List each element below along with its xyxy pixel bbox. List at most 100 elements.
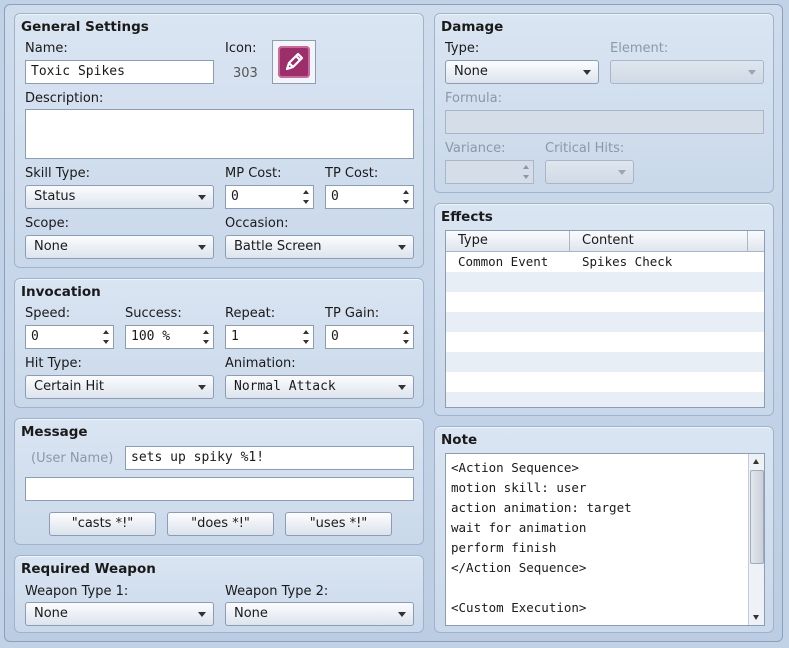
repeat-stepper[interactable]: 1	[225, 325, 314, 349]
table-row[interactable]: Common Event Spikes Check	[446, 252, 764, 272]
note-panel: Note <Action Sequence> motion skill: use…	[434, 426, 774, 633]
animation-label: Animation:	[225, 356, 296, 371]
spin-arrows-icon[interactable]	[299, 186, 313, 208]
table-row[interactable]	[446, 392, 764, 407]
damage-panel: Damage Type: None Element: Formula: Vari…	[434, 13, 774, 193]
chevron-down-icon	[748, 70, 756, 75]
column-header-type[interactable]: Type	[458, 233, 488, 248]
name-label: Name:	[25, 41, 68, 56]
speed-stepper[interactable]: 0	[25, 325, 114, 349]
note-line: </Action Sequence>	[451, 560, 587, 575]
scroll-up-icon[interactable]	[749, 454, 764, 469]
variance-stepper[interactable]	[445, 160, 534, 184]
weapon-type2-select[interactable]: None	[225, 602, 414, 626]
icon-index: 303	[233, 66, 258, 81]
skill-type-value: Status	[34, 189, 76, 204]
chevron-down-icon	[198, 195, 206, 200]
column-header-content[interactable]: Content	[582, 233, 634, 248]
chevron-down-icon	[198, 245, 206, 250]
chevron-down-icon	[198, 385, 206, 390]
damage-type-value: None	[454, 64, 488, 79]
weapon-type1-value: None	[34, 606, 68, 621]
spin-arrows-icon[interactable]	[399, 186, 413, 208]
note-scrollbar[interactable]	[748, 454, 764, 625]
mp-cost-stepper[interactable]: 0	[225, 185, 314, 209]
hit-type-label: Hit Type:	[25, 356, 82, 371]
invocation-title: Invocation	[21, 284, 101, 300]
message-line1-input[interactable]: sets up spiky %1!	[125, 446, 414, 470]
casts-button[interactable]: "casts *!"	[49, 512, 156, 536]
scope-value: None	[34, 239, 68, 254]
damage-type-label: Type:	[445, 41, 480, 56]
hit-type-select[interactable]: Certain Hit	[25, 375, 214, 399]
skill-icon	[278, 46, 310, 78]
table-row[interactable]	[446, 272, 764, 292]
scroll-thumb[interactable]	[750, 470, 764, 564]
table-row[interactable]	[446, 292, 764, 312]
tp-gain-value: 0	[331, 329, 339, 344]
success-stepper[interactable]: 100 %	[125, 325, 214, 349]
column-divider[interactable]	[747, 231, 748, 251]
hit-type-value: Certain Hit	[34, 379, 104, 394]
tp-gain-stepper[interactable]: 0	[325, 325, 414, 349]
does-button[interactable]: "does *!"	[167, 512, 274, 536]
chevron-down-icon	[398, 245, 406, 250]
spin-arrows-icon[interactable]	[199, 326, 213, 348]
chevron-down-icon	[198, 612, 206, 617]
element-select[interactable]	[610, 60, 764, 84]
description-label: Description:	[25, 91, 104, 106]
message-panel: Message (User Name) sets up spiky %1! "c…	[14, 418, 424, 545]
name-input[interactable]: Toxic Spikes	[25, 60, 214, 84]
animation-value: Normal Attack	[234, 379, 336, 394]
note-line: wait for animation	[451, 520, 587, 535]
effects-list-header: Type Content	[446, 231, 764, 252]
column-divider[interactable]	[569, 231, 570, 251]
critical-hits-select[interactable]	[545, 160, 634, 184]
formula-input[interactable]	[445, 110, 764, 134]
effects-panel: Effects Type Content Common Event Spikes…	[434, 203, 774, 416]
icon-picker-button[interactable]	[272, 40, 316, 84]
formula-label: Formula:	[445, 91, 502, 106]
chevron-down-icon	[618, 170, 626, 175]
effect-content-cell: Spikes Check	[582, 254, 673, 269]
repeat-value: 1	[231, 329, 239, 344]
effect-type-cell: Common Event	[458, 254, 549, 269]
table-row[interactable]	[446, 332, 764, 352]
animation-select[interactable]: Normal Attack	[225, 375, 414, 399]
uses-button[interactable]: "uses *!"	[285, 512, 392, 536]
variance-label: Variance:	[445, 141, 506, 156]
weapon-type1-select[interactable]: None	[25, 602, 214, 626]
spin-arrows-icon[interactable]	[99, 326, 113, 348]
effects-list[interactable]: Type Content Common Event Spikes Check	[445, 230, 765, 408]
occasion-select[interactable]: Battle Screen	[225, 235, 414, 259]
table-row[interactable]	[446, 372, 764, 392]
spin-arrows-icon[interactable]	[299, 326, 313, 348]
tp-cost-value: 0	[331, 189, 339, 204]
tp-cost-stepper[interactable]: 0	[325, 185, 414, 209]
note-line: action animation: target	[451, 500, 632, 515]
success-value: 100 %	[131, 329, 171, 344]
note-textarea[interactable]: <Action Sequence> motion skill: user act…	[445, 453, 765, 626]
message-line2-input[interactable]	[25, 477, 414, 501]
general-settings-panel: General Settings Name: Toxic Spikes Icon…	[14, 13, 424, 268]
pencil-icon	[285, 52, 304, 71]
description-input[interactable]	[25, 109, 414, 159]
weapon-type1-label: Weapon Type 1:	[25, 584, 129, 599]
note-line: perform finish	[451, 540, 557, 555]
table-row[interactable]	[446, 312, 764, 332]
scroll-down-icon[interactable]	[749, 610, 764, 625]
scope-label: Scope:	[25, 216, 69, 231]
message-title: Message	[21, 424, 88, 440]
table-row[interactable]	[446, 352, 764, 372]
speed-value: 0	[31, 329, 39, 344]
tp-gain-label: TP Gain:	[325, 306, 380, 321]
invocation-panel: Invocation Speed: 0 Success: 100 % Repea…	[14, 278, 424, 408]
damage-title: Damage	[441, 19, 504, 35]
damage-type-select[interactable]: None	[445, 60, 599, 84]
success-label: Success:	[125, 306, 182, 321]
skill-type-select[interactable]: Status	[25, 185, 214, 209]
spin-arrows-icon[interactable]	[519, 161, 533, 183]
scope-select[interactable]: None	[25, 235, 214, 259]
critical-hits-label: Critical Hits:	[545, 141, 625, 156]
spin-arrows-icon[interactable]	[399, 326, 413, 348]
